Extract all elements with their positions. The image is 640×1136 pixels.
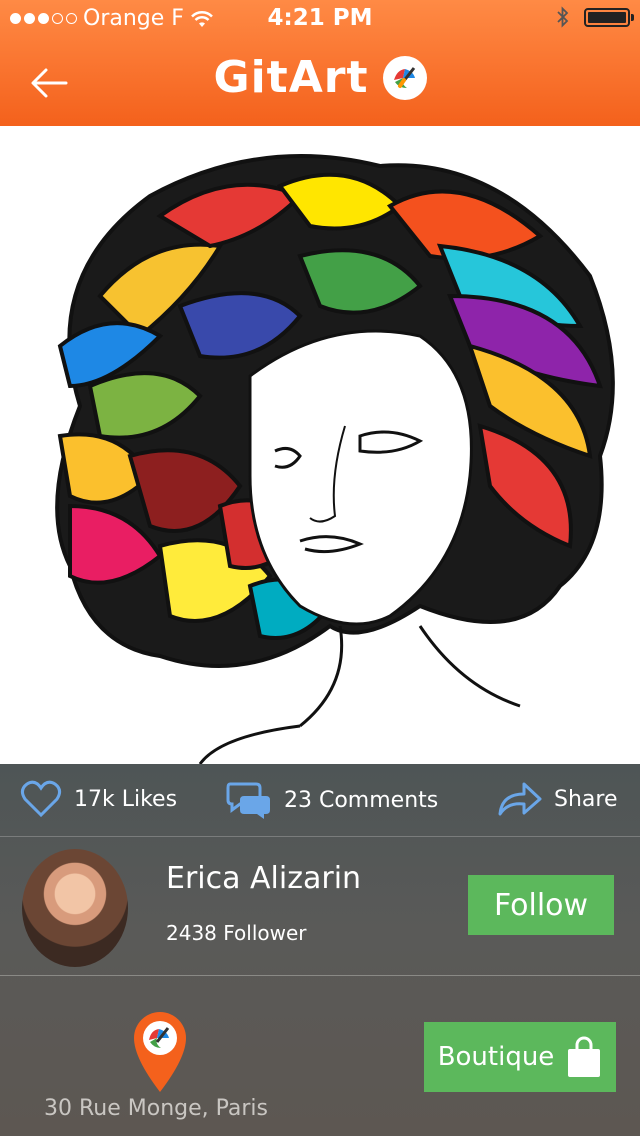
artwork-image[interactable] xyxy=(0,126,640,764)
location-pin-icon[interactable] xyxy=(130,1008,190,1094)
heart-icon xyxy=(20,780,62,818)
location-row: 30 Rue Monge, Paris Boutique xyxy=(0,976,640,1136)
post-info-panel: 17k Likes 23 Comments Share Erica Alizar… xyxy=(0,764,640,1136)
comments-button[interactable]: 23 Comments xyxy=(226,780,438,820)
comments-count: 23 Comments xyxy=(284,787,439,813)
author-row: Erica Alizarin 2438 Follower Follow xyxy=(0,837,640,976)
avatar[interactable] xyxy=(22,849,128,967)
bluetooth-icon xyxy=(557,6,569,28)
nav-bar: GitArt xyxy=(0,38,640,126)
header-bar: Orange F 4:21 PM GitArt xyxy=(0,0,640,126)
author-name[interactable]: Erica Alizarin xyxy=(166,861,361,896)
action-bar: 17k Likes 23 Comments Share xyxy=(0,764,640,837)
follower-count: 2438 Follower xyxy=(166,921,307,945)
share-button[interactable]: Share xyxy=(496,780,618,818)
status-time: 4:21 PM xyxy=(267,5,373,31)
address-text: 30 Rue Monge, Paris xyxy=(44,1096,269,1121)
boutique-button[interactable]: Boutique xyxy=(424,1022,616,1092)
share-label: Share xyxy=(554,786,618,812)
battery-icon xyxy=(584,7,634,27)
app-title: GitArt xyxy=(213,52,369,103)
follow-button[interactable]: Follow xyxy=(468,875,614,935)
shopping-bag-icon xyxy=(568,1036,601,1077)
speech-bubbles-icon xyxy=(226,782,270,819)
share-arrow-icon xyxy=(498,782,542,816)
paintbrush-logo-icon xyxy=(382,55,427,100)
likes-count: 17k Likes xyxy=(74,786,178,812)
status-bar: Orange F 4:21 PM xyxy=(0,0,640,38)
like-button[interactable]: 17k Likes xyxy=(20,780,177,818)
boutique-label: Boutique xyxy=(437,1042,555,1072)
